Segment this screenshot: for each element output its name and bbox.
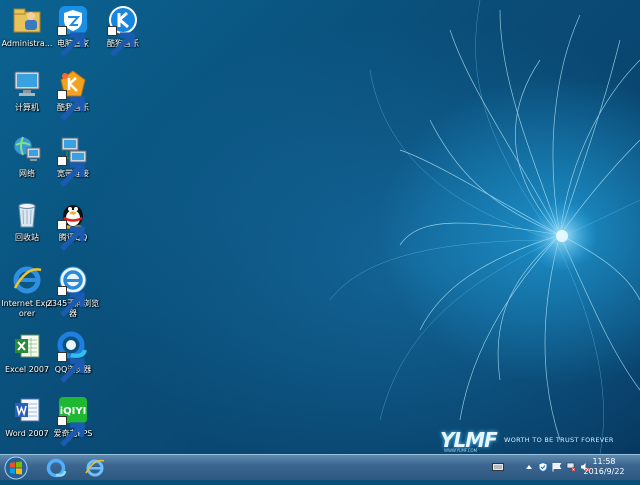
clock-time: 11:58: [592, 457, 616, 466]
clock[interactable]: 11:58 2016/9/22: [576, 457, 632, 477]
user-folder-icon: [11, 4, 43, 36]
broadband-connection-icon: [57, 134, 89, 187]
shortcut-arrow-icon: [57, 156, 85, 187]
desktop-icon-tencent-qq[interactable]: 腾讯QQ: [46, 198, 100, 254]
shortcut-arrow-icon: [57, 416, 85, 447]
logo-slogan: WORTH TO BE TRUST FOREVER: [504, 436, 614, 444]
network-icon: [11, 134, 43, 166]
desktop[interactable]: Administra... 计算机 网络 回收站 Internet Explor…: [0, 0, 640, 454]
taskbar: 11:58 2016/9/22: [0, 454, 640, 480]
qq-browser-icon: [57, 330, 89, 383]
desktop-icon-broadband-connection[interactable]: 宽带连接: [46, 134, 100, 190]
desktop-icon-tencent-pc-manager[interactable]: 电脑管家: [46, 4, 100, 60]
recycle-bin-icon: [11, 198, 43, 230]
qq-browser-taskbar-icon: [46, 458, 67, 478]
show-hidden-icons-chevron[interactable]: [524, 462, 534, 472]
qq-browser-taskbar-button[interactable]: [44, 457, 70, 479]
internet-explorer-taskbar-icon: [85, 459, 105, 477]
internet-explorer-icon: [11, 264, 43, 296]
logo-url: WWW.YLMF.COM: [444, 448, 478, 453]
internet-explorer-taskbar-button[interactable]: [82, 457, 108, 479]
desktop-icon-iqiyi-pps[interactable]: iQIYI 爱奇艺PPS: [46, 394, 100, 450]
start-button[interactable]: [2, 455, 30, 481]
computer-icon: [11, 68, 43, 100]
word-icon: [11, 394, 43, 426]
2345-browser-icon: [57, 264, 89, 317]
desktop-icon-2345-browser[interactable]: 2345王牌浏览器: [46, 264, 100, 320]
tencent-pc-manager-icon: [57, 4, 89, 57]
shortcut-arrow-icon: [57, 352, 85, 383]
network-disconnected-icon[interactable]: [566, 462, 576, 472]
desktop-icon-kugou-music[interactable]: 酷狗音乐: [96, 4, 150, 60]
clock-date: 2016/9/22: [583, 467, 625, 476]
qq-penguin-icon: [57, 198, 89, 251]
kuwo-music-icon: [57, 68, 89, 121]
shortcut-arrow-icon: [57, 220, 85, 251]
desktop-icon-qq-browser[interactable]: QQ浏览器: [46, 330, 100, 386]
shortcut-arrow-icon: [57, 90, 85, 121]
excel-icon: [11, 330, 43, 362]
windows-start-icon: [4, 456, 28, 480]
shortcut-arrow-icon: [57, 26, 85, 57]
keyboard-icon[interactable]: [492, 462, 504, 472]
kugou-music-icon: [107, 4, 139, 57]
shield-icon[interactable]: [538, 462, 548, 472]
desktop-icon-kuwo-music[interactable]: 酷我音乐: [46, 68, 100, 124]
flag-icon[interactable]: [552, 462, 562, 472]
iqiyi-icon: iQIYI: [57, 394, 89, 447]
shortcut-arrow-icon: [57, 286, 85, 317]
shortcut-arrow-icon: [107, 26, 135, 57]
wallpaper-logo: YLMF WORTH TO BE TRUST FOREVER WWW.YLMF.…: [440, 428, 630, 453]
